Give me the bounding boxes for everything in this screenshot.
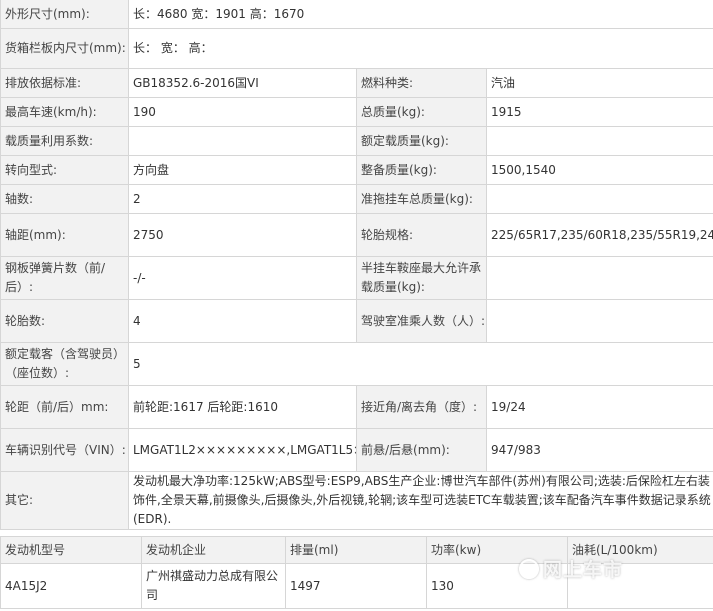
- spec-label: 额定载客（含驾驶员）（座位数）:: [0, 342, 129, 386]
- spec-value: 2: [128, 184, 357, 214]
- spec-label: 外形尺寸(mm):: [0, 0, 129, 29]
- spec-row: 载质量利用系数: 额定载质量(kg):: [0, 126, 713, 156]
- spec-row: 钢板弹簧片数（前/后）: -/- 半挂车鞍座最大允许承载质量(kg):: [0, 256, 713, 300]
- engine-table-header-row: 发动机型号 发动机企业 排量(ml) 功率(kw) 油耗(L/100km): [0, 536, 713, 564]
- spec-label: 总质量(kg):: [356, 97, 487, 127]
- spec-value: 19/24: [486, 385, 713, 429]
- spec-label: 货箱栏板内尺寸(mm):: [0, 28, 129, 69]
- spec-label: 排放依据标准:: [0, 68, 129, 98]
- spec-label: 载质量利用系数:: [0, 126, 129, 156]
- spec-label: 轴数:: [0, 184, 129, 214]
- spec-row: 额定载客（含驾驶员）（座位数）: 5: [0, 342, 713, 386]
- spec-value: 4: [128, 299, 357, 343]
- spec-label: 前悬/后悬(mm):: [356, 428, 487, 472]
- spec-value: 长： 宽： 高：: [128, 28, 713, 69]
- spec-label: 最高车速(km/h):: [0, 97, 129, 127]
- engine-cell: [567, 563, 713, 609]
- spec-label: 轮胎规格:: [356, 213, 487, 257]
- spec-value: 汽油: [486, 68, 713, 98]
- engine-column-header: 发动机型号: [0, 536, 142, 564]
- spec-value: 5: [128, 342, 713, 386]
- engine-column-header: 功率(kw): [426, 536, 568, 564]
- spec-label: 轴距(mm):: [0, 213, 129, 257]
- spec-label: 接近角/离去角（度）:: [356, 385, 487, 429]
- spec-label: 整备质量(kg):: [356, 155, 487, 185]
- spec-row: 车辆识别代号（VIN）:LMGAT1L2×××××××××,LMGAT1L5××…: [0, 428, 713, 472]
- spec-sheet: 外形尺寸(mm): 长：4680 宽：1901 高：1670 货箱栏板内尺寸(mm)…: [0, 0, 713, 609]
- engine-cell: 130: [426, 563, 568, 609]
- spec-row: 货箱栏板内尺寸(mm): 长： 宽： 高：: [0, 28, 713, 69]
- spec-label: 轮距（前/后）mm:: [0, 385, 129, 429]
- spec-label: 转向型式:: [0, 155, 129, 185]
- engine-column-header: 排量(ml): [285, 536, 427, 564]
- spec-value: 190: [128, 97, 357, 127]
- spec-value: 前轮距:1617 后轮距:1610: [128, 385, 357, 429]
- spec-value: 2750: [128, 213, 357, 257]
- engine-column-header: 油耗(L/100km): [567, 536, 713, 564]
- spec-value: GB18352.6-2016国VI: [128, 68, 357, 98]
- spec-value: 1915: [486, 97, 713, 127]
- engine-table: 发动机型号 发动机企业 排量(ml) 功率(kw) 油耗(L/100km) 4A15J2…: [0, 536, 713, 609]
- engine-cell: 1497: [285, 563, 427, 609]
- spec-value: [486, 256, 713, 300]
- spec-value: LMGAT1L2×××××××××,LMGAT1L5××××××××,LMGAT…: [128, 428, 357, 472]
- spec-value: [486, 299, 713, 343]
- spec-row: 轮距（前/后）mm: 前轮距:1617 后轮距:1610 接近角/离去角（度）: 19…: [0, 385, 713, 429]
- spec-row: 排放依据标准: GB18352.6-2016国VI 燃料种类: 汽油: [0, 68, 713, 98]
- engine-table-row: 4A15J2 广州祺盛动力总成有限公司 1497 130: [0, 563, 713, 609]
- vehicle-spec-table: 外形尺寸(mm): 长：4680 宽：1901 高：1670 货箱栏板内尺寸(mm)…: [0, 0, 713, 530]
- spec-value: [486, 126, 713, 156]
- spec-label: 其它:: [0, 471, 129, 530]
- spec-label: 驾驶室准乘人数（人）:: [356, 299, 487, 343]
- spec-label: 准拖挂车总质量(kg):: [356, 184, 487, 214]
- spec-row: 其它: 发动机最大净功率:125kW;ABS型号:ESP9,ABS生产企业:博世汽…: [0, 471, 713, 530]
- spec-value: [486, 184, 713, 214]
- spec-row: 轴距(mm): 2750 轮胎规格: 225/65R17,235/60R18,235/…: [0, 213, 713, 257]
- spec-value: [128, 126, 357, 156]
- engine-column-header: 发动机企业: [141, 536, 286, 564]
- spec-row: 转向型式: 方向盘 整备质量(kg): 1500,1540: [0, 155, 713, 185]
- spec-label: 额定载质量(kg):: [356, 126, 487, 156]
- spec-value: -/-: [128, 256, 357, 300]
- spec-value: 947/983: [486, 428, 713, 472]
- spec-label: 燃料种类:: [356, 68, 487, 98]
- spec-row: 外形尺寸(mm): 长：4680 宽：1901 高：1670: [0, 0, 713, 29]
- spec-row: 轴数: 2 准拖挂车总质量(kg):: [0, 184, 713, 214]
- spec-label: 车辆识别代号（VIN）:: [0, 428, 129, 472]
- spec-label: 轮胎数:: [0, 299, 129, 343]
- spec-label: 钢板弹簧片数（前/后）:: [0, 256, 129, 300]
- spec-row: 轮胎数: 4 驾驶室准乘人数（人）:: [0, 299, 713, 343]
- spec-value: 225/65R17,235/60R18,235/55R19,245/45R20: [486, 213, 713, 257]
- engine-cell: 广州祺盛动力总成有限公司: [141, 563, 286, 609]
- spec-value: 1500,1540: [486, 155, 713, 185]
- spec-label: 半挂车鞍座最大允许承载质量(kg):: [356, 256, 487, 300]
- spec-value: 发动机最大净功率:125kW;ABS型号:ESP9,ABS生产企业:博世汽车部件…: [128, 471, 713, 530]
- spec-value: 方向盘: [128, 155, 357, 185]
- spec-row: 最高车速(km/h): 190 总质量(kg): 1915: [0, 97, 713, 127]
- spec-value: 长：4680 宽：1901 高：1670: [128, 0, 713, 29]
- engine-cell: 4A15J2: [0, 563, 142, 609]
